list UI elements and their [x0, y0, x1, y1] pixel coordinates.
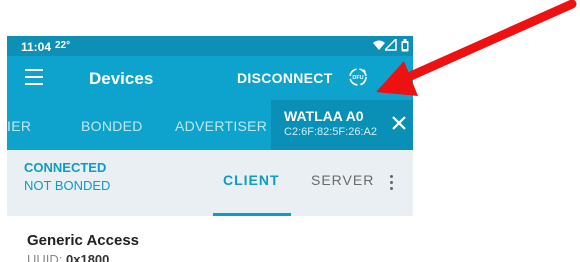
annotation-arrow — [376, 0, 577, 96]
